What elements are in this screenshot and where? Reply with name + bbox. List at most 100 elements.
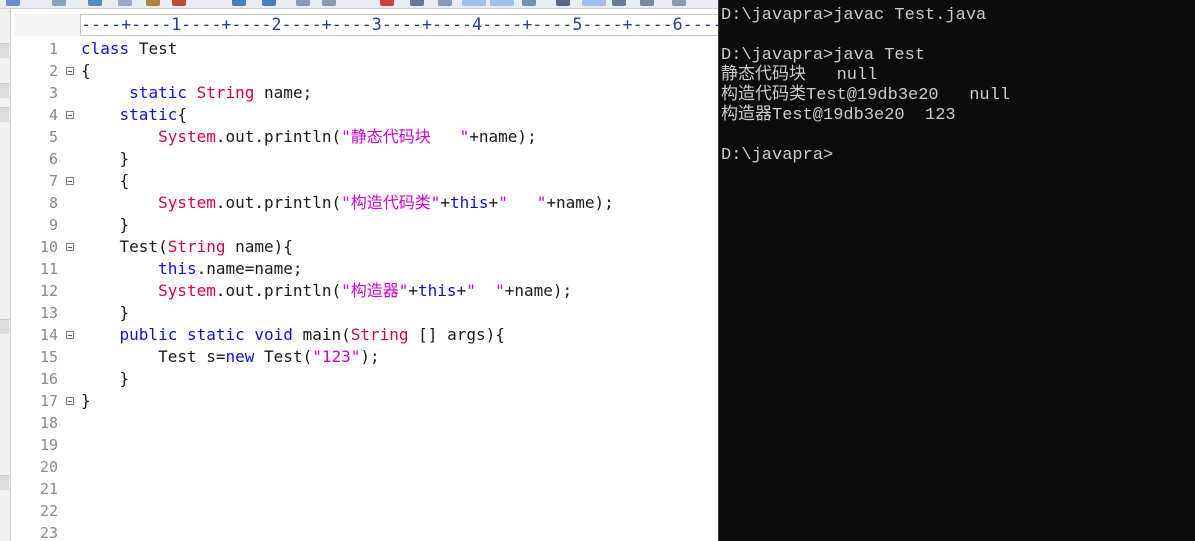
code-token: ); <box>360 347 380 366</box>
code-token: Test( <box>254 347 313 366</box>
code-token: Test s= <box>81 347 226 366</box>
console-line: 构造器Test@19db3e20 123 <box>721 106 956 125</box>
code-token: name){ <box>225 237 293 256</box>
tile-icon[interactable] <box>582 0 606 6</box>
font-icon[interactable] <box>380 0 394 6</box>
code-token: + <box>488 193 499 212</box>
code-line: { <box>81 60 91 82</box>
code-line: } <box>81 368 130 390</box>
code-token: { <box>81 171 130 190</box>
code-line: } <box>81 214 130 236</box>
code-token: static <box>186 325 245 344</box>
code-token: this <box>450 193 489 212</box>
code-line: System.out.println("构造器"+this+" "+name); <box>81 280 572 302</box>
line-number: 17 <box>39 392 58 410</box>
code-token: { <box>81 61 91 80</box>
code-token: Test <box>129 39 178 58</box>
fold-toggle-icon[interactable] <box>66 111 74 119</box>
code-token: +name); <box>546 193 614 212</box>
browser-icon[interactable] <box>612 0 626 6</box>
replace-icon[interactable] <box>322 0 336 6</box>
code-editor[interactable]: ----+----1----+----2----+----3----+----4… <box>0 0 718 541</box>
line-number: 11 <box>39 260 58 278</box>
line-number: 7 <box>48 172 58 190</box>
code-token: System <box>158 193 216 212</box>
forward-icon[interactable] <box>438 0 452 6</box>
code-line: } <box>81 390 91 412</box>
line-number: 23 <box>39 524 58 541</box>
abc-icon[interactable] <box>490 0 514 6</box>
wrap-icon[interactable] <box>462 0 486 6</box>
line-number: 20 <box>39 458 58 476</box>
code-line: this.name=name; <box>81 258 303 280</box>
console-line: D:\javapra>javac Test.java <box>721 6 987 25</box>
code-token: [] args){ <box>408 325 505 344</box>
code-line: public static void main(String [] args){ <box>81 324 505 346</box>
line-number: 9 <box>48 216 58 234</box>
code-token: String <box>196 83 255 102</box>
fold-toggle-icon[interactable] <box>66 331 74 339</box>
code-token: System <box>158 281 216 300</box>
code-token: "123" <box>312 347 361 366</box>
list-icon[interactable] <box>640 0 654 6</box>
undo-icon[interactable] <box>232 0 246 6</box>
code-token: static <box>119 105 178 124</box>
code-line: System.out.println("静态代码块 "+name); <box>81 126 537 148</box>
command-prompt-window[interactable]: D:\javapra>javac Test.java D:\javapra>jav… <box>718 0 1195 541</box>
find-icon[interactable] <box>296 0 310 6</box>
code-line: System.out.println("构造代码类"+this+" "+name… <box>81 192 614 214</box>
code-token: static <box>129 83 187 102</box>
bold-icon[interactable] <box>410 0 424 6</box>
fold-toggle-icon[interactable] <box>66 177 74 185</box>
code-token: { <box>177 105 187 124</box>
code-token: + <box>440 193 451 212</box>
console-line: D:\javapra> <box>721 146 834 165</box>
code-line: Test(String name){ <box>81 236 293 258</box>
line-number: 4 <box>48 106 58 124</box>
line-number: 5 <box>48 128 58 146</box>
console-line: 静态代码块 null <box>721 66 878 85</box>
code-token: name; <box>254 83 313 102</box>
code-token: +name); <box>469 127 537 146</box>
code-token: + <box>456 281 467 300</box>
code-token: "静态代码块 " <box>341 127 470 146</box>
fold-toggle-icon[interactable] <box>66 397 74 405</box>
save-icon[interactable] <box>52 0 66 6</box>
code-token: +name); <box>504 281 573 300</box>
fold-toggle-icon[interactable] <box>66 67 74 75</box>
code-token: void <box>254 325 293 344</box>
code-token: } <box>81 369 130 388</box>
code-token: + <box>408 281 419 300</box>
open-icon[interactable] <box>6 0 20 6</box>
line-number: 13 <box>39 304 58 322</box>
line-number: 21 <box>39 480 58 498</box>
code-token: this <box>158 259 197 278</box>
cut-icon[interactable] <box>88 0 102 6</box>
code-line: static String name; <box>81 82 312 104</box>
window-icon[interactable] <box>556 0 570 6</box>
code-token: } <box>81 215 130 234</box>
settings-icon[interactable] <box>522 0 536 6</box>
console-line: D:\javapra>java Test <box>721 46 926 65</box>
code-token: } <box>81 391 91 410</box>
line-number: 15 <box>39 348 58 366</box>
delete-icon[interactable] <box>172 0 186 6</box>
copy-icon[interactable] <box>118 0 132 6</box>
redo-icon[interactable] <box>262 0 276 6</box>
code-token: .out.println( <box>215 193 342 212</box>
code-token: .out.println( <box>215 127 342 146</box>
fold-toggle-icon[interactable] <box>66 243 74 251</box>
line-number: 12 <box>39 282 58 300</box>
code-token: main( <box>292 325 351 344</box>
line-number: 22 <box>39 502 58 520</box>
line-number: 10 <box>39 238 58 256</box>
paste-icon[interactable] <box>146 0 160 6</box>
tools-icon[interactable] <box>672 0 686 6</box>
